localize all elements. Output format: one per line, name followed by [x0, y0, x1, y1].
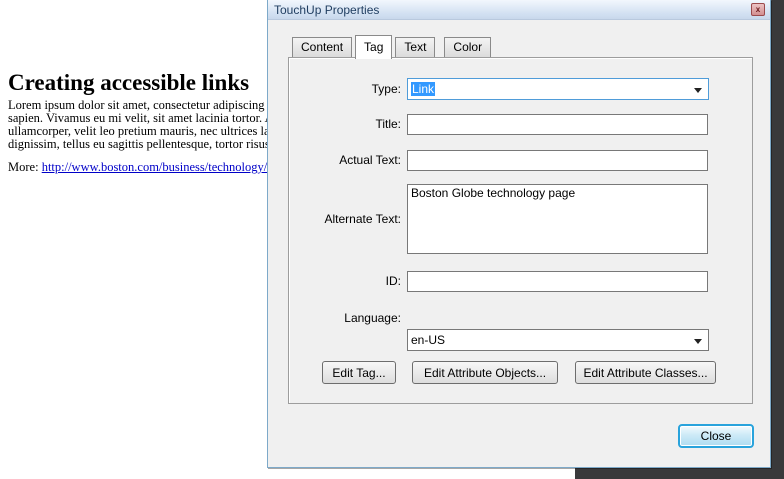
tab-bar: Content Tag Text Color	[292, 34, 494, 58]
edit-tag-button[interactable]: Edit Tag...	[322, 361, 396, 384]
title-label: Title:	[289, 114, 401, 135]
language-label: Language:	[289, 308, 401, 329]
chevron-down-icon	[694, 339, 702, 344]
type-selected-value: Link	[411, 82, 435, 96]
more-label: More:	[8, 160, 42, 174]
document-paragraph: Lorem ipsum dolor sit amet, consectetur …	[8, 99, 274, 151]
workspace-background-bottom	[575, 468, 784, 479]
edit-attribute-objects-button[interactable]: Edit Attribute Objects...	[412, 361, 558, 384]
edit-attribute-classes-button[interactable]: Edit Attribute Classes...	[575, 361, 716, 384]
actual-text-label: Actual Text:	[289, 150, 401, 171]
title-input[interactable]	[407, 114, 708, 135]
language-selected-value: en-US	[411, 333, 445, 347]
tag-panel-frame: Type: Link Title: Actual Text: Alternate…	[288, 57, 753, 404]
document-more-line: More: http://www.boston.com/business/tec…	[8, 160, 267, 175]
dialog-close-icon[interactable]: x	[751, 3, 765, 16]
type-dropdown[interactable]: Link	[407, 78, 709, 100]
chevron-down-icon	[694, 88, 702, 93]
close-button[interactable]: Close	[678, 424, 754, 448]
paragraph-line: dignissim, tellus eu sagittis pellentesq…	[8, 138, 274, 151]
id-label: ID:	[289, 271, 401, 292]
id-input[interactable]	[407, 271, 708, 292]
tab-color[interactable]: Color	[444, 37, 491, 58]
workspace-background-right	[771, 0, 784, 479]
type-label: Type:	[289, 79, 401, 100]
document-hyperlink[interactable]: http://www.boston.com/business/technolog…	[42, 160, 268, 174]
alternate-text-label: Alternate Text:	[289, 184, 401, 254]
dialog-title: TouchUp Properties	[274, 3, 379, 17]
document-heading: Creating accessible links	[8, 70, 249, 96]
tab-content[interactable]: Content	[292, 37, 352, 58]
tab-tag[interactable]: Tag	[355, 35, 392, 59]
alternate-text-textarea[interactable]: Boston Globe technology page	[407, 184, 708, 254]
dialog-titlebar[interactable]: TouchUp Properties x	[268, 0, 770, 20]
language-dropdown[interactable]: en-US	[407, 329, 709, 351]
actual-text-input[interactable]	[407, 150, 708, 171]
tab-text[interactable]: Text	[395, 37, 435, 58]
touchup-properties-dialog: TouchUp Properties x Content Tag Text Co…	[267, 0, 771, 468]
